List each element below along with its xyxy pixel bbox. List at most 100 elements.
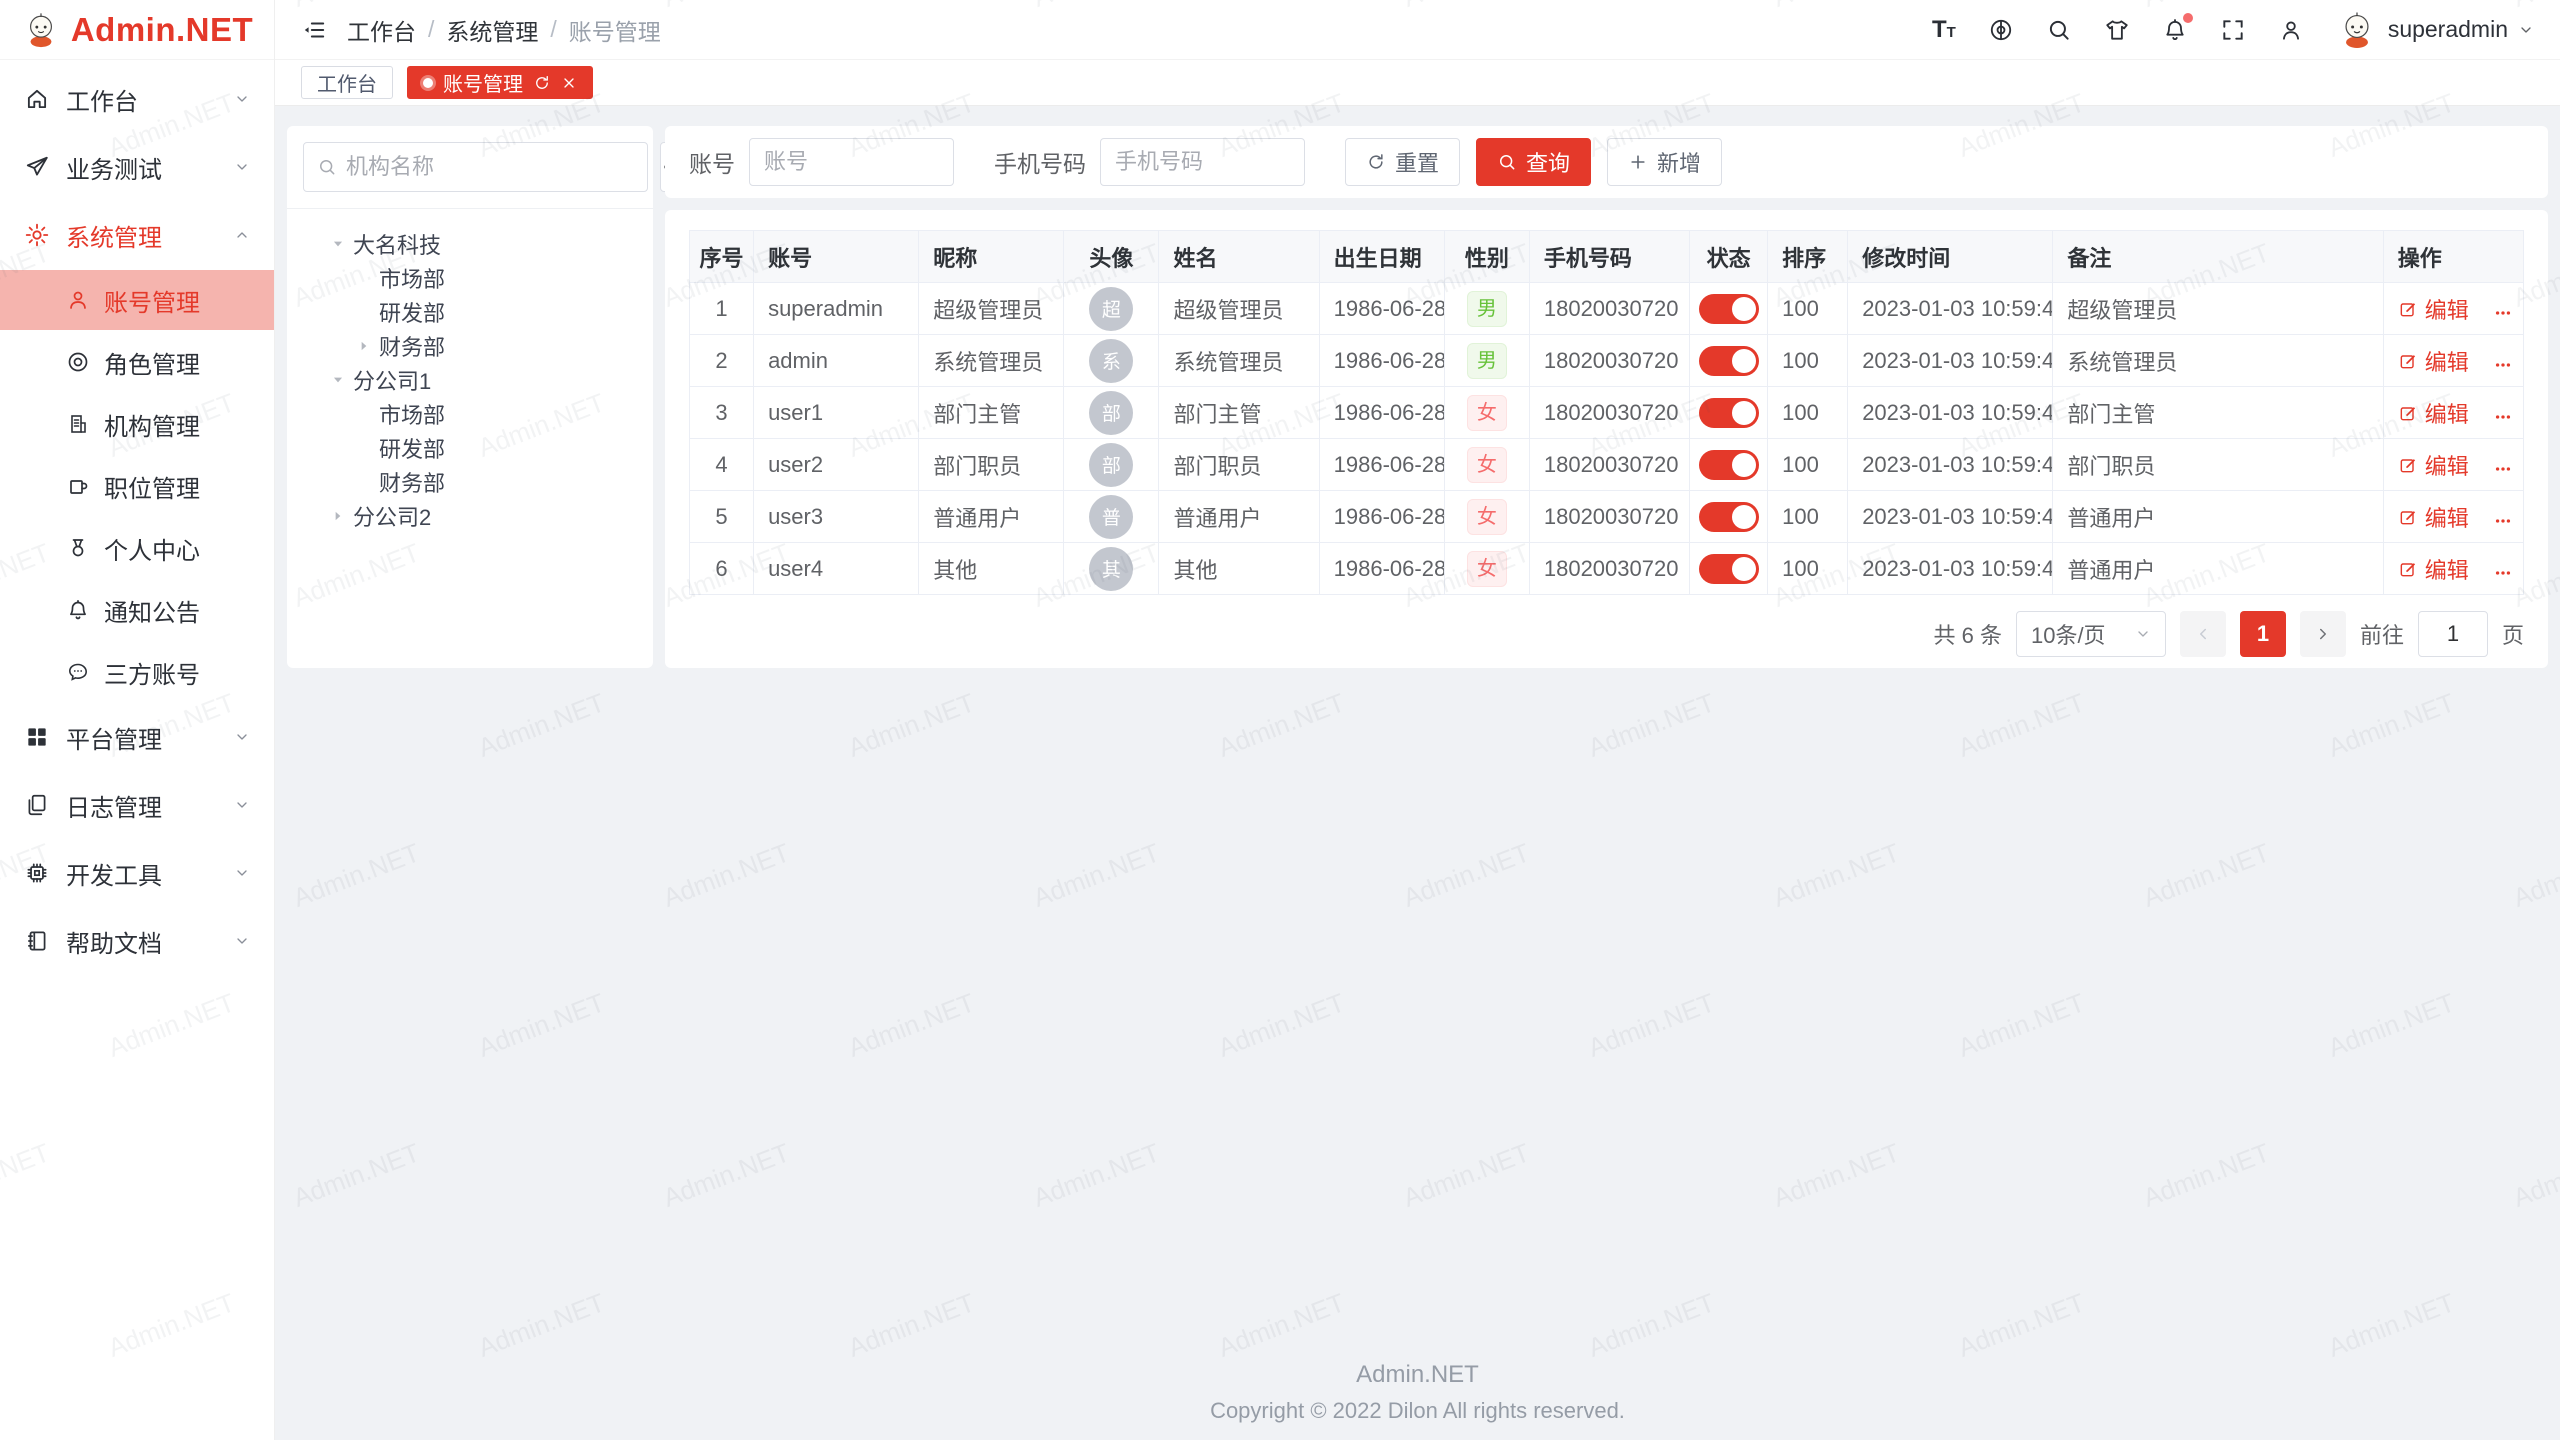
status-toggle[interactable] (1699, 450, 1759, 480)
breadcrumb-item[interactable]: 工作台 (347, 13, 416, 47)
user-menu[interactable]: superadmin (2336, 9, 2534, 51)
cell-name: 普通用户 (1159, 491, 1319, 543)
caret-icon (357, 339, 371, 353)
cell-name: 其他 (1159, 543, 1319, 595)
org-tree: 大名科技 市场部 研发部 财务部 分公司1 市场部 研发部 财务部 分公司2 (303, 209, 637, 551)
table-row: 1 superadmin 超级管理员 超 超级管理员 1986-06-28 男 … (690, 283, 2524, 335)
tree-node[interactable]: 分公司2 (303, 499, 637, 533)
prev-page-button[interactable] (2180, 611, 2226, 657)
more-actions-icon[interactable] (2493, 303, 2513, 323)
sidebar-submenu-item[interactable]: 账号管理 (0, 270, 274, 330)
cell-index: 1 (690, 283, 754, 335)
status-toggle[interactable] (1699, 554, 1759, 584)
sidebar-menu-item[interactable]: 日志管理 (0, 772, 274, 838)
account-input[interactable] (749, 138, 954, 186)
sidebar-menu-item[interactable]: 工作台 (0, 66, 274, 132)
cell-index: 2 (690, 335, 754, 387)
edit-button[interactable]: 编辑 (2398, 293, 2469, 325)
profile-icon[interactable] (2278, 17, 2304, 43)
org-search-field[interactable] (303, 142, 648, 192)
search-icon[interactable] (2046, 17, 2072, 43)
theme-icon[interactable] (2104, 17, 2130, 43)
topbar: 工作台/系统管理/账号管理 TT superadmin (275, 0, 2560, 60)
logo[interactable]: Admin.NET (0, 0, 274, 60)
cell-remark: 部门主管 (2053, 387, 2383, 439)
query-button[interactable]: 查询 (1476, 138, 1591, 186)
avatar: 部 (1089, 443, 1133, 487)
status-toggle[interactable] (1699, 398, 1759, 428)
column-header: 头像 (1064, 231, 1159, 283)
edit-button[interactable]: 编辑 (2398, 553, 2469, 585)
add-button[interactable]: 新增 (1607, 138, 1722, 186)
column-header: 出生日期 (1319, 231, 1444, 283)
more-actions-icon[interactable] (2493, 355, 2513, 375)
reset-button[interactable]: 重置 (1345, 138, 1460, 186)
cell-name: 系统管理员 (1159, 335, 1319, 387)
menu-fold-icon[interactable] (301, 17, 327, 43)
tree-node[interactable]: 市场部 (303, 261, 637, 295)
tree-node[interactable]: 分公司1 (303, 363, 637, 397)
cell-order: 100 (1768, 439, 1848, 491)
status-toggle[interactable] (1699, 502, 1759, 532)
menu-icon (66, 474, 90, 498)
tree-node[interactable]: 大名科技 (303, 227, 637, 261)
menu-label: 角色管理 (104, 345, 200, 380)
notification-icon[interactable] (2162, 17, 2188, 43)
menu-label: 三方账号 (104, 655, 200, 690)
sidebar-submenu-item[interactable]: 角色管理 (0, 332, 274, 392)
more-actions-icon[interactable] (2493, 459, 2513, 479)
more-actions-icon[interactable] (2493, 563, 2513, 583)
sidebar-submenu-item[interactable]: 机构管理 (0, 394, 274, 454)
edit-button[interactable]: 编辑 (2398, 449, 2469, 481)
menu-icon (66, 412, 90, 436)
tree-node[interactable]: 研发部 (303, 295, 637, 329)
cell-account: user2 (754, 439, 919, 491)
tree-node-label: 研发部 (379, 296, 445, 328)
cell-account: user1 (754, 387, 919, 439)
edit-button[interactable]: 编辑 (2398, 345, 2469, 377)
cell-birthdate: 1986-06-28 (1319, 283, 1444, 335)
page-number[interactable]: 1 (2240, 611, 2286, 657)
breadcrumb-item[interactable]: 系统管理 (446, 13, 538, 47)
status-toggle[interactable] (1699, 346, 1759, 376)
tab[interactable]: 账号管理 (407, 66, 593, 99)
tree-node[interactable]: 研发部 (303, 431, 637, 465)
gender-badge: 男 (1467, 291, 1507, 327)
tree-node[interactable]: 财务部 (303, 329, 637, 363)
page-size-select[interactable]: 10条/页 (2016, 611, 2166, 657)
right-column: 账号 手机号码 重置 查询 新增 (665, 126, 2548, 668)
cell-remark: 部门职员 (2053, 439, 2383, 491)
font-size-icon[interactable]: TT (1932, 18, 1956, 42)
sidebar-menu-item[interactable]: 开发工具 (0, 840, 274, 906)
sidebar-menu-item[interactable]: 业务测试 (0, 134, 274, 200)
status-toggle[interactable] (1699, 294, 1759, 324)
tab-close-icon[interactable] (561, 75, 577, 91)
org-search-input[interactable] (346, 154, 634, 180)
cell-name: 部门主管 (1159, 387, 1319, 439)
edit-button[interactable]: 编辑 (2398, 397, 2469, 429)
phone-input[interactable] (1100, 138, 1305, 186)
goto-page-input[interactable] (2418, 611, 2488, 657)
sidebar-menu-item[interactable]: 系统管理 (0, 202, 274, 268)
sidebar-submenu-item[interactable]: 个人中心 (0, 518, 274, 578)
sidebar-submenu-item[interactable]: 通知公告 (0, 580, 274, 640)
next-page-button[interactable] (2300, 611, 2346, 657)
language-icon[interactable] (1988, 17, 2014, 43)
sidebar-menu-item[interactable]: 平台管理 (0, 704, 274, 770)
edit-button[interactable]: 编辑 (2398, 501, 2469, 533)
cell-remark: 普通用户 (2053, 543, 2383, 595)
cell-order: 100 (1768, 543, 1848, 595)
tab[interactable]: 工作台 (301, 66, 393, 99)
tree-node[interactable]: 市场部 (303, 397, 637, 431)
cell-birthdate: 1986-06-28 (1319, 491, 1444, 543)
tree-node[interactable]: 财务部 (303, 465, 637, 499)
sidebar-submenu-item[interactable]: 三方账号 (0, 642, 274, 702)
cell-modified-time: 2023-01-03 10:59:44 (1848, 439, 2053, 491)
more-actions-icon[interactable] (2493, 511, 2513, 531)
fullscreen-icon[interactable] (2220, 17, 2246, 43)
tab-refresh-icon[interactable] (533, 74, 551, 92)
sidebar-submenu-item[interactable]: 职位管理 (0, 456, 274, 516)
more-actions-icon[interactable] (2493, 407, 2513, 427)
breadcrumb-item[interactable]: 账号管理 (569, 13, 661, 47)
sidebar-menu-item[interactable]: 帮助文档 (0, 908, 274, 974)
